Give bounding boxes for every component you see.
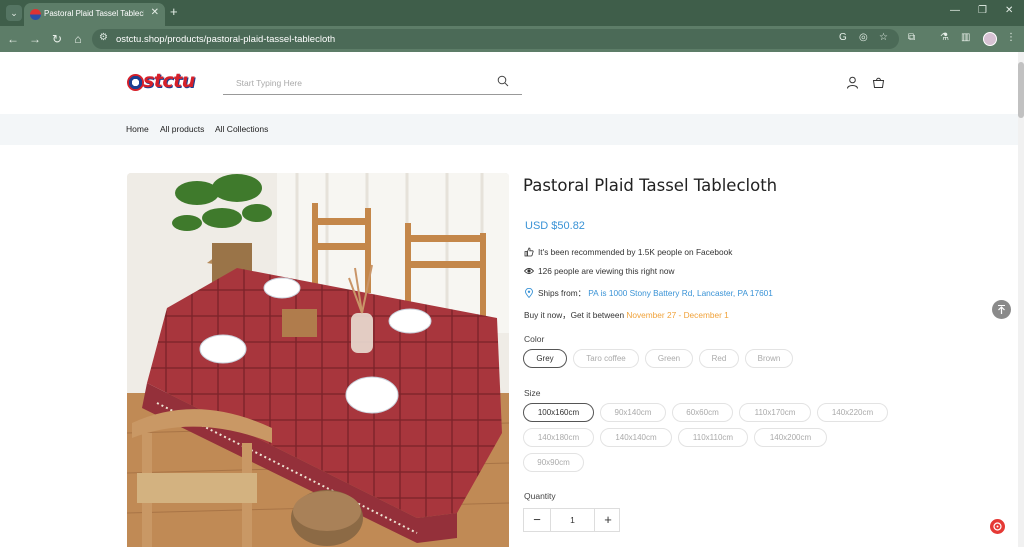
color-option-red[interactable]: Red <box>699 349 739 368</box>
side-panel-icon[interactable]: ▥ <box>961 32 970 43</box>
google-lens-icon[interactable]: G <box>839 32 847 43</box>
minimize-icon[interactable]: — <box>950 5 960 16</box>
browser-tab-bar: ⌄ Pastoral Plaid Tassel Tablecloth ✕ + —… <box>0 0 1024 26</box>
chat-support-button[interactable] <box>990 519 1005 534</box>
size-option-90x140[interactable]: 90x140cm <box>600 403 666 422</box>
menu-kebab-icon[interactable]: ⋮ <box>1006 32 1016 43</box>
reload-icon[interactable]: ↻ <box>49 31 65 47</box>
site-logo[interactable]: stctu <box>127 70 211 93</box>
window-close-icon[interactable]: ✕ <box>1005 5 1013 16</box>
recommended-row: It's been recommended by 1.5K people on … <box>524 247 732 257</box>
color-label: Color <box>524 334 545 344</box>
color-option-brown[interactable]: Brown <box>745 349 793 368</box>
browser-tab[interactable]: Pastoral Plaid Tassel Tablecloth ✕ <box>24 3 165 26</box>
main-nav: Home All products All Collections <box>0 114 1018 145</box>
restore-icon[interactable]: ❐ <box>978 5 987 16</box>
ships-from-label: Ships from： <box>538 288 586 298</box>
size-option-140x180[interactable]: 140x180cm <box>523 428 594 447</box>
site-info-icon[interactable]: ⚙ <box>99 32 108 43</box>
new-tab-icon[interactable]: + <box>170 5 178 19</box>
location-pin-icon <box>525 287 533 299</box>
address-bar[interactable]: ⚙ ostctu.shop/products/pastoral-plaid-ta… <box>92 29 899 49</box>
nav-all-collections[interactable]: All Collections <box>215 124 268 134</box>
tab-close-icon[interactable]: ✕ <box>151 7 159 18</box>
scrollbar-thumb[interactable] <box>1018 62 1024 118</box>
search-placeholder: Start Typing Here <box>236 78 302 88</box>
eye-off-icon[interactable]: ◎ <box>859 32 868 43</box>
size-option-140x220[interactable]: 140x220cm <box>817 403 888 422</box>
profile-avatar[interactable] <box>983 32 997 46</box>
quantity-label: Quantity <box>524 491 556 501</box>
size-option-100x160[interactable]: 100x160cm <box>523 403 594 422</box>
thumbs-up-icon <box>524 247 534 257</box>
lab-icon[interactable]: ⚗ <box>940 32 949 43</box>
search-icon[interactable] <box>497 75 509 87</box>
nav-home[interactable]: Home <box>126 124 149 134</box>
product-title: Pastoral Plaid Tassel Tablecloth <box>523 176 778 195</box>
logo-text: stctu <box>143 70 195 92</box>
arrow-up-icon <box>998 305 1005 314</box>
size-label: Size <box>524 388 541 398</box>
search-input[interactable]: Start Typing Here <box>223 72 522 95</box>
quantity-input[interactable]: 1 <box>550 509 595 531</box>
size-option-140x200[interactable]: 140x200cm <box>754 428 827 447</box>
url-text: ostctu.shop/products/pastoral-plaid-tass… <box>116 34 336 45</box>
browser-toolbar: ← → ↻ ⌂ ⚙ ostctu.shop/products/pastoral-… <box>0 26 1024 52</box>
size-option-110x110[interactable]: 110x110cm <box>678 428 748 447</box>
extensions-icon[interactable]: ⧉ <box>908 32 915 43</box>
back-icon[interactable]: ← <box>5 31 21 47</box>
eye-icon <box>523 268 535 274</box>
account-icon[interactable] <box>846 76 859 89</box>
quantity-decrease-button[interactable]: − <box>524 509 550 531</box>
page-scrollbar[interactable] <box>1018 52 1024 547</box>
forward-icon[interactable]: → <box>27 31 43 47</box>
color-option-grey[interactable]: Grey <box>523 349 567 368</box>
color-option-green[interactable]: Green <box>645 349 693 368</box>
back-to-top-button[interactable] <box>992 300 1011 319</box>
viewing-text: 126 people are viewing this right now <box>538 266 675 276</box>
tab-title: Pastoral Plaid Tassel Tablecloth <box>44 9 144 18</box>
delivery-range: November 27 - December 1 <box>626 310 729 320</box>
product-image[interactable] <box>127 173 509 547</box>
home-icon[interactable]: ⌂ <box>70 31 86 47</box>
delivery-prefix: Buy it now，Get it between <box>524 310 625 320</box>
size-option-60x60[interactable]: 60x60cm <box>672 403 733 422</box>
chat-icon <box>993 522 1002 531</box>
recommended-text: It's been recommended by 1.5K people on … <box>538 247 733 257</box>
product-price: USD $50.82 <box>525 220 585 232</box>
size-option-140x140[interactable]: 140x140cm <box>600 428 672 447</box>
size-option-90x90[interactable]: 90x90cm <box>523 453 584 472</box>
nav-all-products[interactable]: All products <box>160 124 204 134</box>
bookmark-star-icon[interactable]: ☆ <box>879 32 888 43</box>
flag-favicon-icon <box>30 9 41 20</box>
quantity-stepper: − 1 + <box>523 508 620 532</box>
size-option-110x170[interactable]: 110x170cm <box>739 403 811 422</box>
ships-from-address: PA is 1000 Stony Battery Rd, Lancaster, … <box>588 288 773 298</box>
logo-o-mark <box>127 74 144 91</box>
viewing-row: 126 people are viewing this right now <box>523 266 675 276</box>
tablecloth-photo <box>127 173 509 547</box>
quantity-increase-button[interactable]: + <box>595 509 621 531</box>
cart-icon[interactable] <box>872 76 885 89</box>
tab-search-icon[interactable]: ⌄ <box>6 5 22 21</box>
delivery-row: Buy it now，Get it between November 27 - … <box>524 309 729 321</box>
color-option-taro-coffee[interactable]: Taro coffee <box>573 349 639 368</box>
ships-from-row: Ships from： PA is 1000 Stony Battery Rd,… <box>524 287 773 299</box>
